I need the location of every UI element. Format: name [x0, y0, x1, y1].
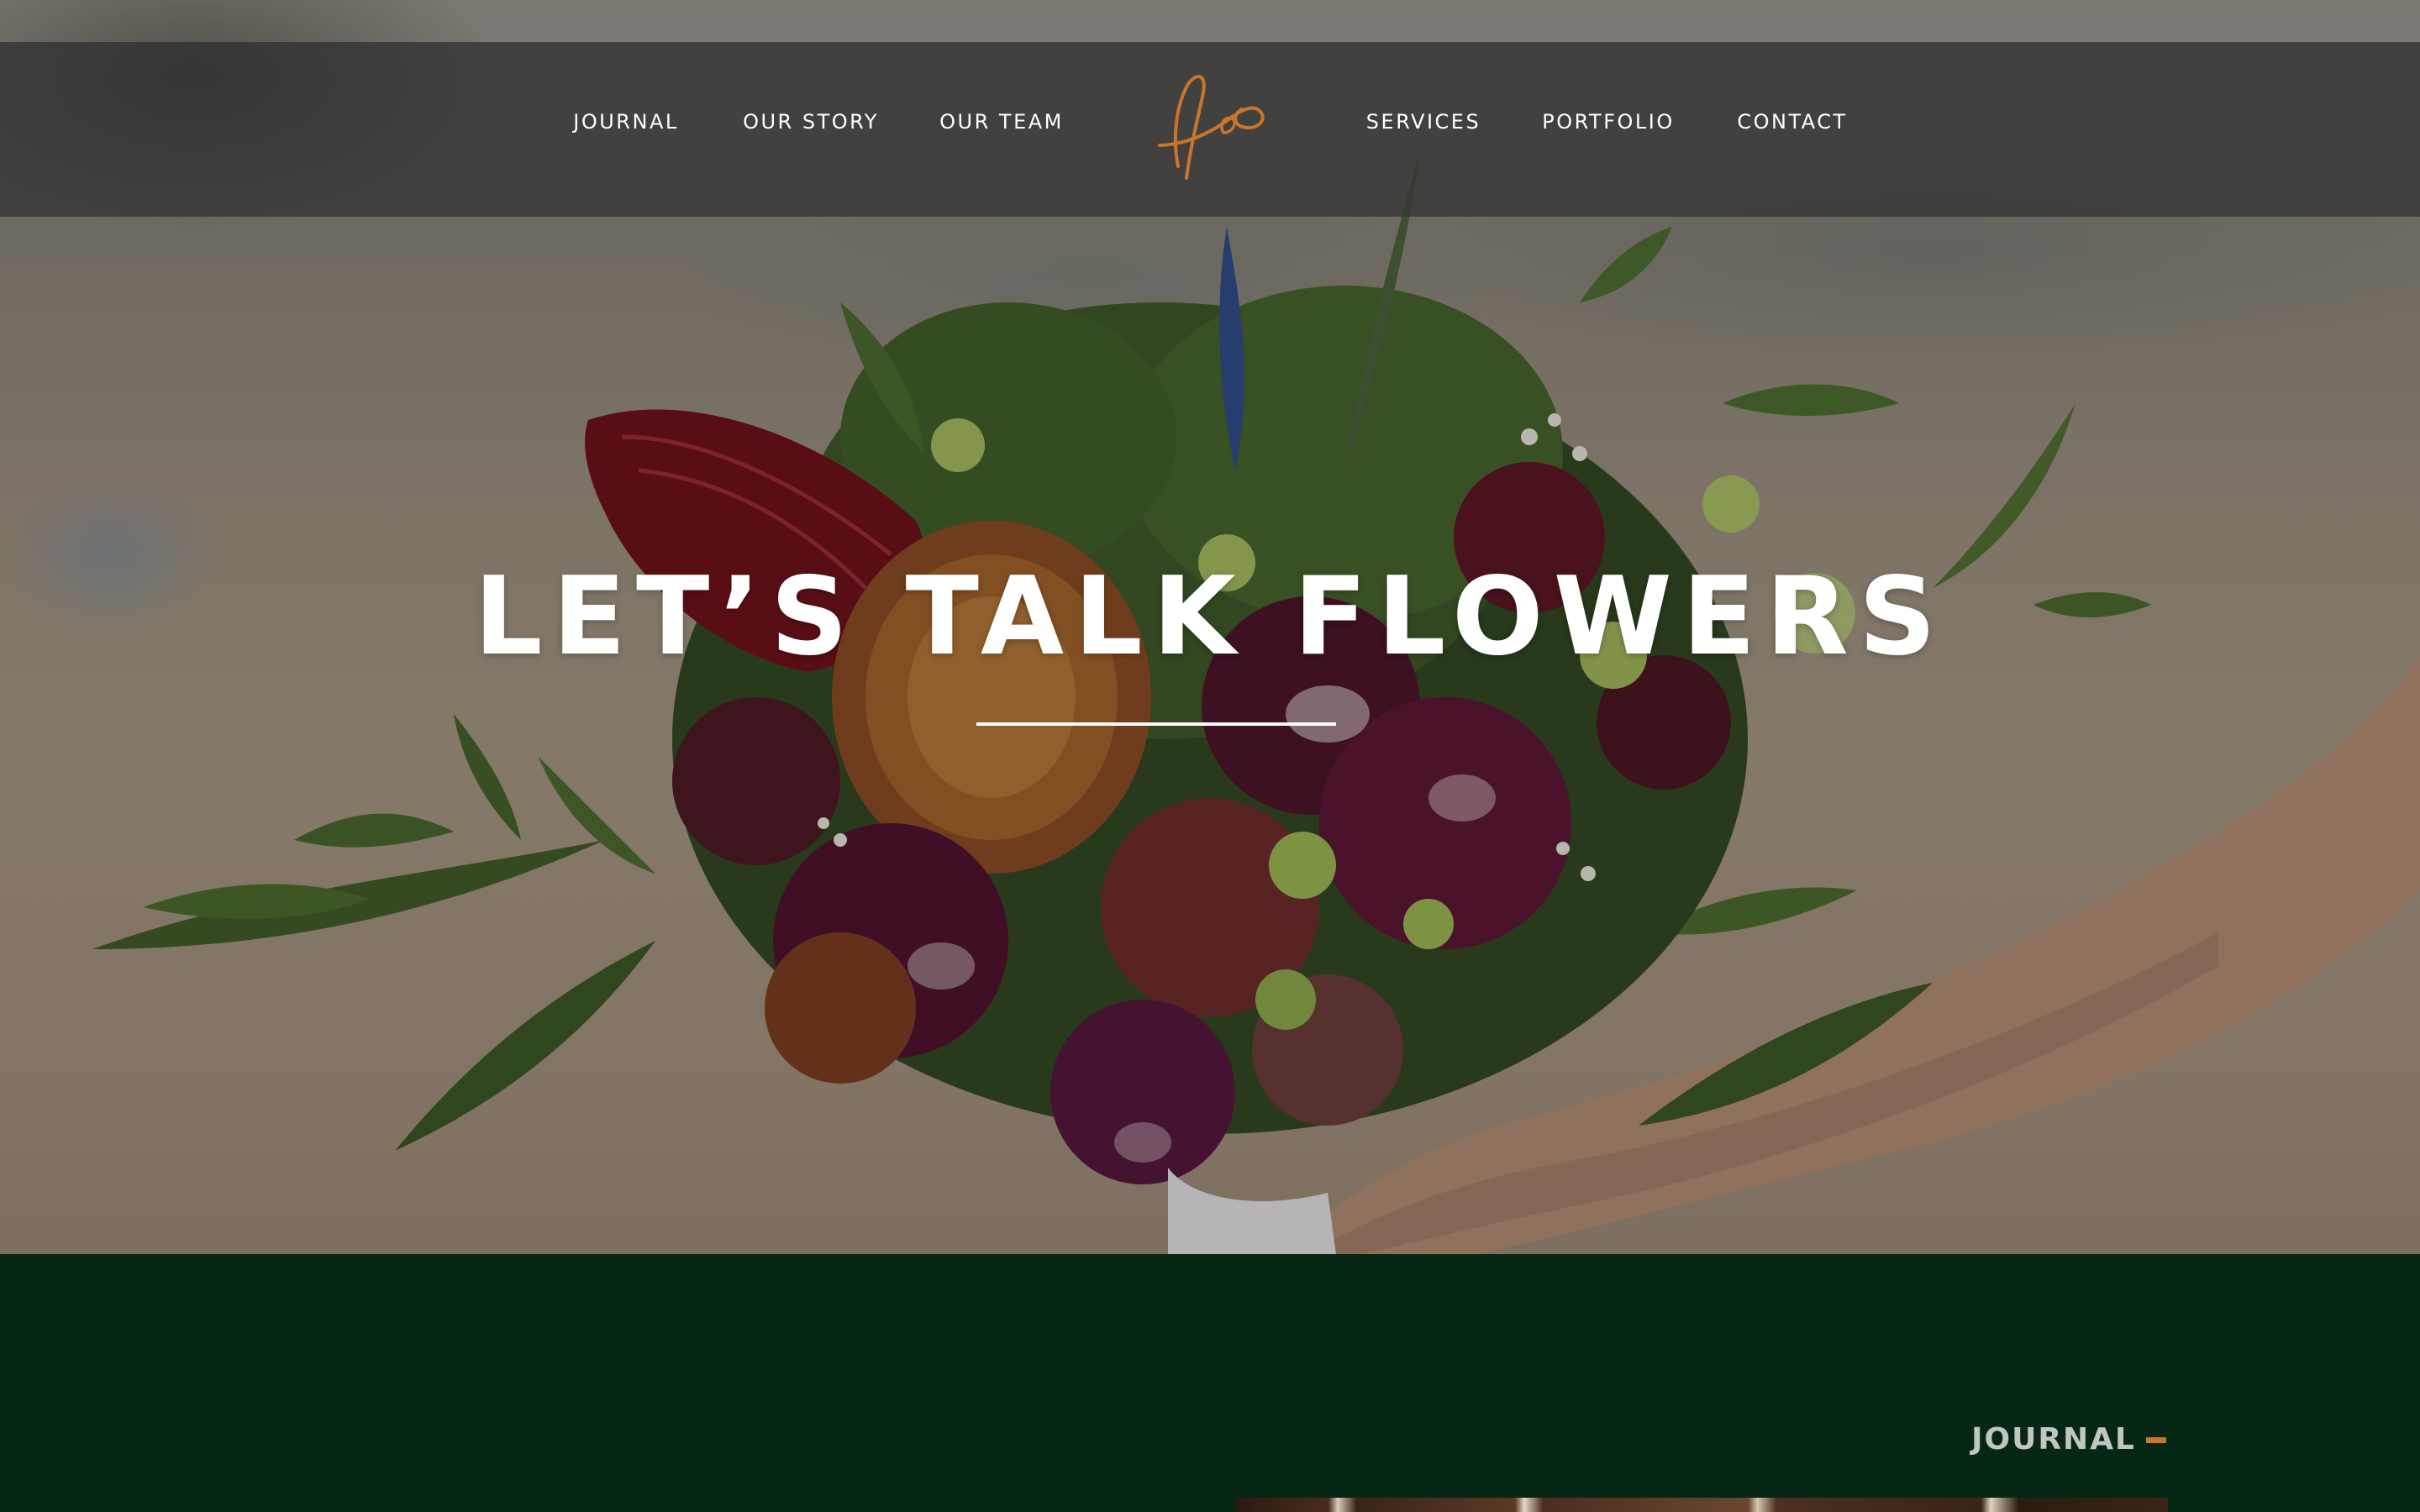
script-monogram-logo[interactable] — [1153, 66, 1279, 192]
journal-post-image[interactable] — [1235, 1498, 2168, 1512]
journal-accent-dash — [2146, 1437, 2166, 1443]
top-strip — [0, 0, 2420, 42]
journal-heading[interactable]: JOURNAL — [1971, 1420, 2136, 1460]
hero-title: LET’S TALK FLOWERS — [473, 554, 1947, 680]
nav-journal[interactable]: JOURNAL — [573, 110, 678, 134]
nav-contact[interactable]: CONTACT — [1737, 110, 1847, 134]
nav-portfolio[interactable]: PORTFOLIO — [1542, 110, 1675, 134]
nav-services[interactable]: SERVICES — [1366, 110, 1481, 134]
nav-our-team[interactable]: OUR TEAM — [939, 110, 1064, 134]
nav-our-story[interactable]: OUR STORY — [743, 110, 879, 134]
hero-divider — [976, 722, 1336, 726]
